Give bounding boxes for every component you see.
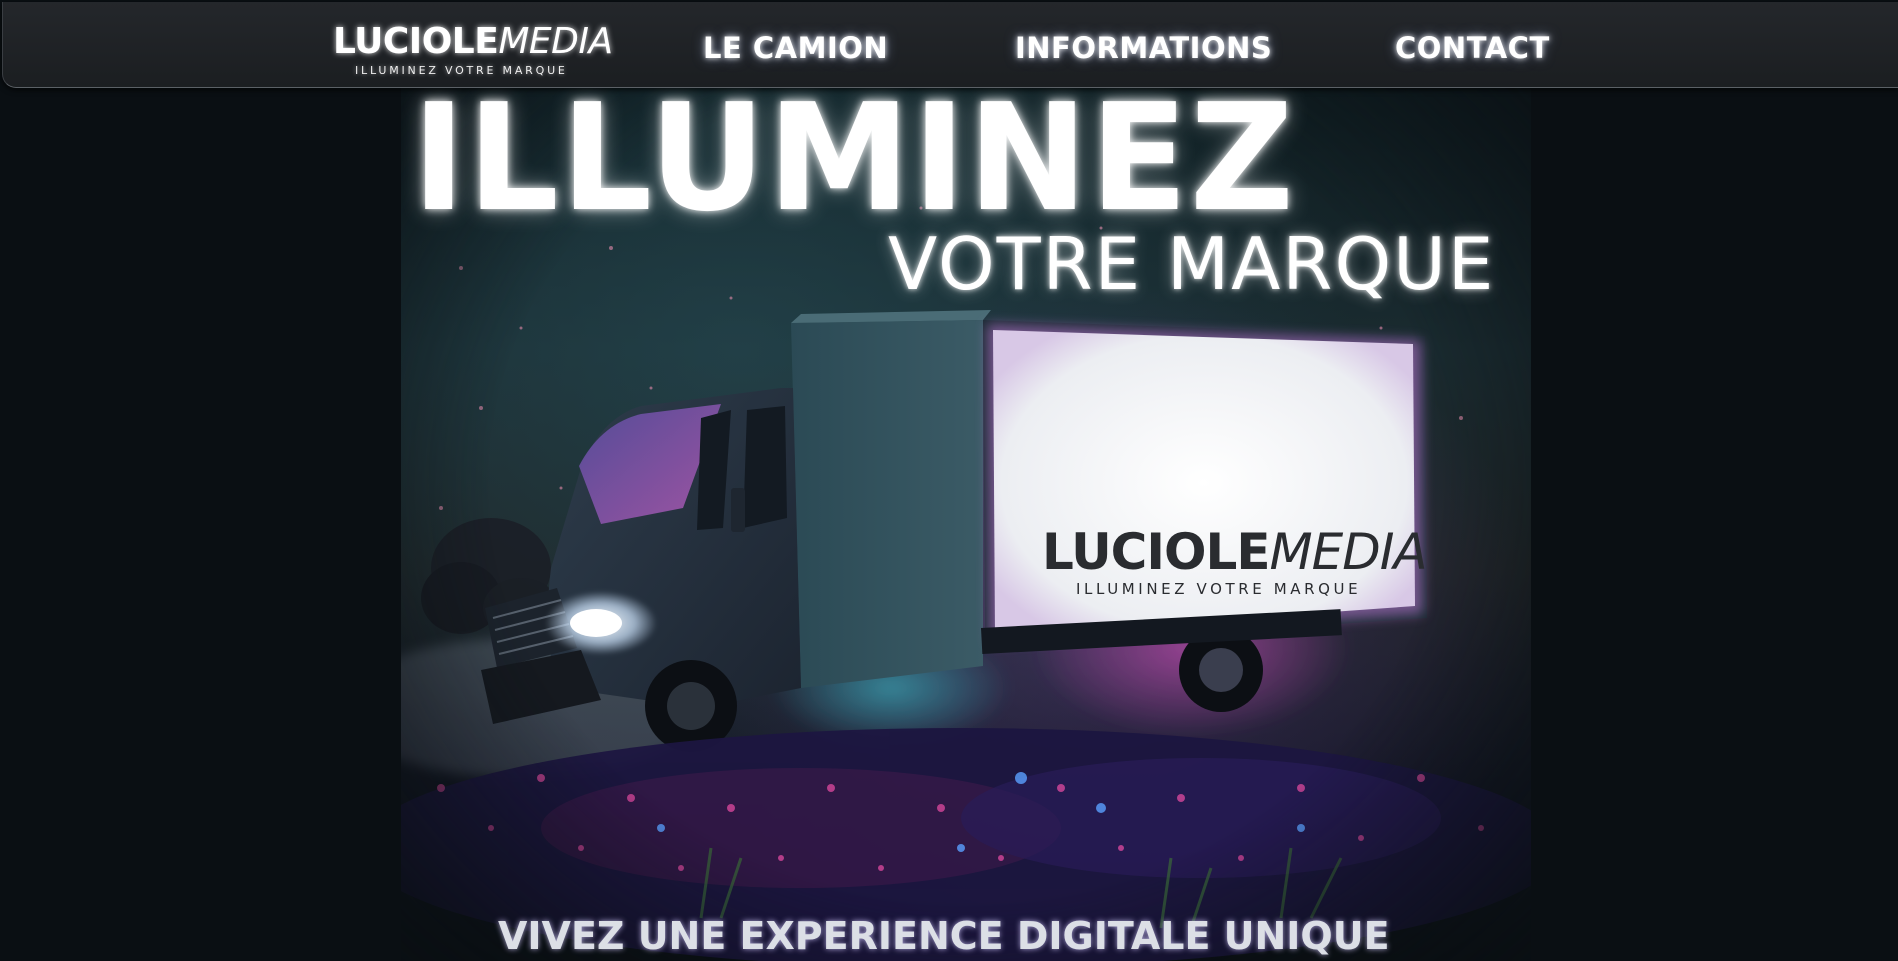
hero-tagline: VIVEZ UNE EXPERIENCE DIGITALE UNIQUE bbox=[498, 914, 1390, 958]
brand-name-bold: LUCIOLE bbox=[333, 21, 499, 62]
hero-headline-main: ILLUMINEZ bbox=[412, 88, 1296, 244]
nav-link-contact[interactable]: CONTACT bbox=[1395, 28, 1550, 68]
hero-headline-sub: VOTRE MARQUE bbox=[888, 222, 1496, 306]
truck-screen-slogan: ILLUMINEZ VOTRE MARQUE bbox=[1076, 580, 1362, 598]
brand-logo-text: LUCIOLEMEDIA bbox=[333, 22, 613, 62]
nav-link-le-camion[interactable]: LE CAMION bbox=[703, 28, 888, 68]
nav-link-informations[interactable]: INFORMATIONS bbox=[1015, 28, 1272, 68]
brand-slogan: ILLUMINEZ VOTRE MARQUE bbox=[355, 64, 568, 77]
truck-screen-logo: LUCIOLEMEDIA ILLUMINEZ VOTRE MARQUE bbox=[1042, 523, 1428, 598]
navbar: LUCIOLEMEDIA ILLUMINEZ VOTRE MARQUE LE C… bbox=[2, 2, 1898, 88]
truck-screen-name-bold: LUCIOLE bbox=[1042, 523, 1270, 581]
brand-name-italic: MEDIA bbox=[498, 21, 613, 62]
truck-screen-name-italic: MEDIA bbox=[1269, 523, 1428, 581]
hero-section: LUCIOLEMEDIA ILLUMINEZ VOTRE MARQUE ILLU… bbox=[0, 88, 1898, 961]
brand-logo[interactable]: LUCIOLEMEDIA ILLUMINEZ VOTRE MARQUE bbox=[333, 22, 613, 78]
